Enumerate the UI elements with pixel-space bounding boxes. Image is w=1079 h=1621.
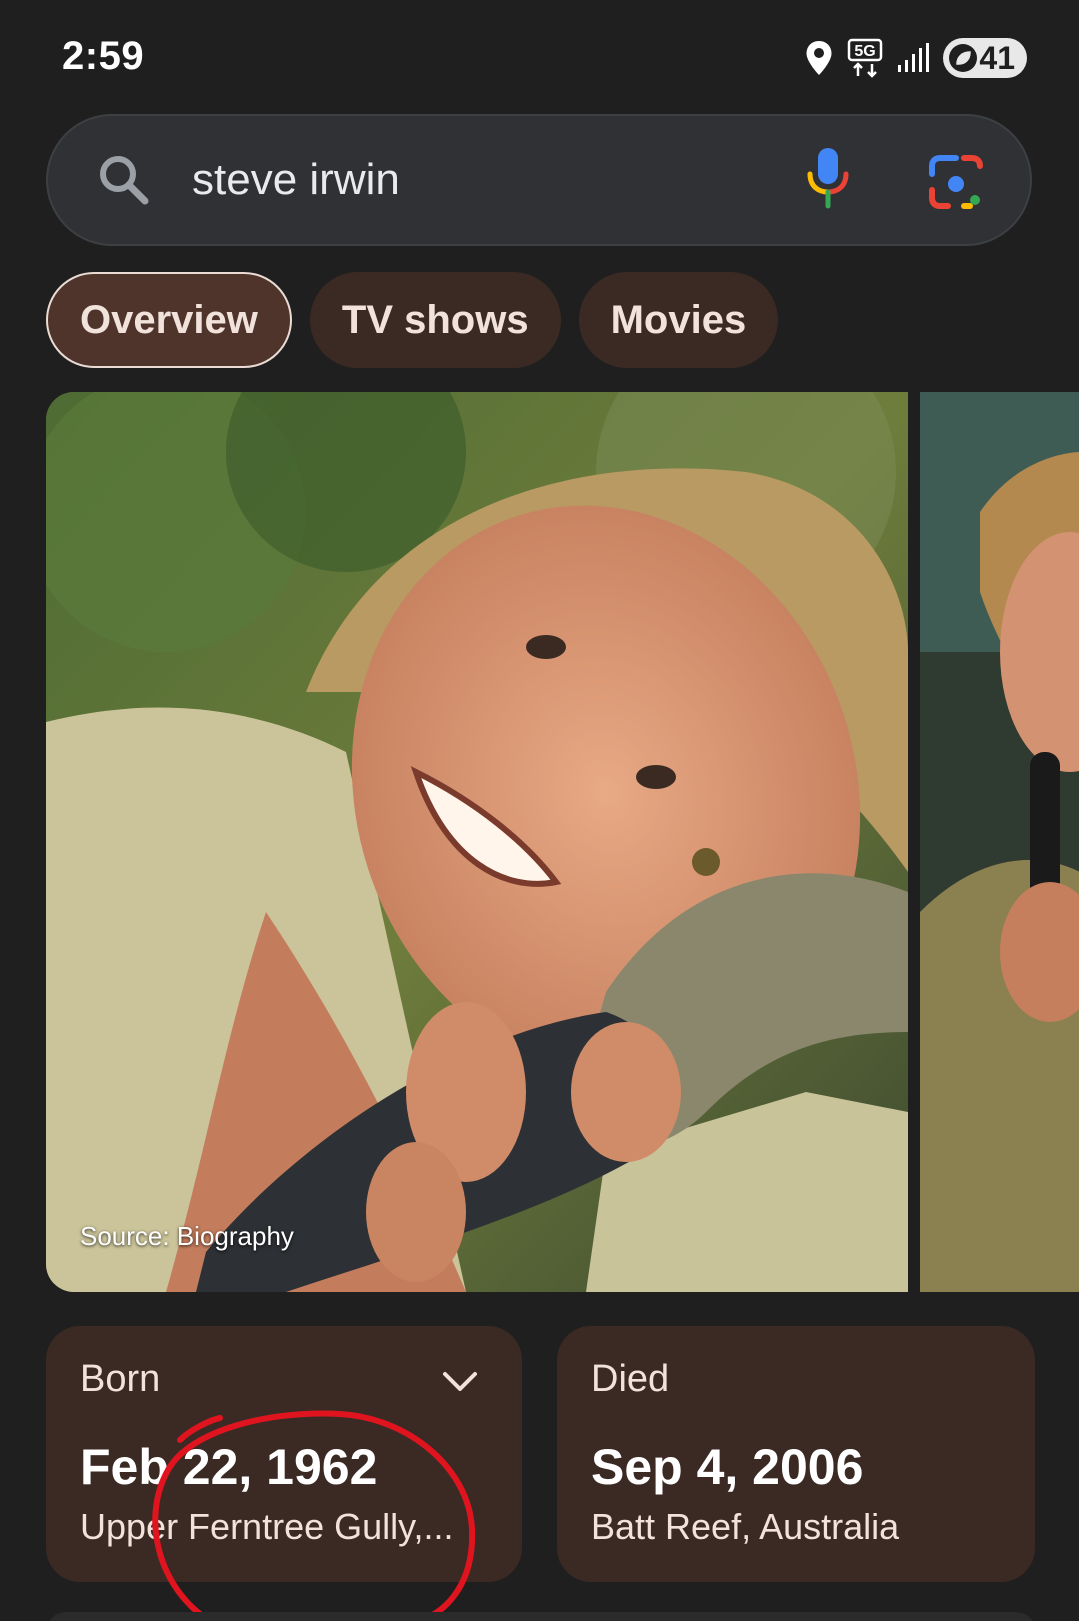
google-search-screen: 2:59 5G 41 steve irwin Overview TV shows… (0, 0, 1079, 1621)
battery-icon: 41 (943, 38, 1027, 78)
next-card-edge (46, 1612, 1036, 1621)
status-icons: 5G 41 (805, 38, 1027, 78)
main-photo[interactable]: Source: Biography (46, 392, 908, 1292)
chevron-down-icon[interactable] (442, 1370, 478, 1399)
location-icon (805, 40, 833, 76)
search-icon (96, 152, 152, 213)
image-carousel: Source: Biography (46, 392, 1079, 1292)
died-date: Sep 4, 2006 (591, 1439, 864, 1495)
photo-source-caption: Source: Biography (80, 1221, 294, 1251)
result-tabs: Overview TV shows Movies (46, 272, 779, 368)
born-label: Born (80, 1358, 161, 1400)
network-label: 5G (855, 43, 876, 60)
born-place: Upper Ferntree Gully,... (80, 1506, 454, 1547)
status-bar: 2:59 5G 41 (0, 0, 1079, 112)
search-input[interactable] (192, 152, 692, 208)
tab-movies[interactable]: Movies (578, 272, 779, 368)
lens-icon[interactable] (928, 154, 984, 215)
tab-overview[interactable]: Overview (46, 272, 292, 368)
battery-level: 41 (979, 39, 1015, 76)
status-time: 2:59 (62, 34, 145, 78)
mic-icon[interactable] (802, 146, 854, 215)
died-label: Died (591, 1358, 670, 1400)
born-card[interactable]: Born Feb 22, 1962 Upper Ferntree Gully,.… (46, 1326, 522, 1582)
died-place: Batt Reef, Australia (591, 1506, 900, 1547)
search-bar[interactable] (46, 114, 1032, 246)
5g-icon: 5G (847, 38, 883, 78)
battery-saver-icon (949, 44, 978, 72)
died-card[interactable]: Died Sep 4, 2006 Batt Reef, Australia (557, 1326, 1035, 1582)
born-date: Feb 22, 1962 (80, 1439, 378, 1495)
signal-icon (897, 43, 930, 73)
secondary-photo[interactable] (920, 392, 1079, 1292)
tab-tv-shows[interactable]: TV shows (309, 272, 561, 368)
